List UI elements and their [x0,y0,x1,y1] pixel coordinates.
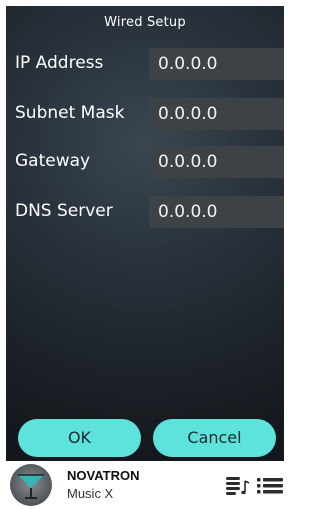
track-title: NOVATRON [67,468,140,483]
album-artwork[interactable] [10,464,52,506]
gateway-field[interactable]: 0.0.0.0 [149,146,284,178]
now-playing-bar[interactable]: NOVATRON Music X [0,461,286,509]
page-title: Wired Setup [104,15,186,30]
dns-server-label: DNS Server [15,201,113,221]
subnet-mask-label: Subnet Mask [15,103,125,123]
music-queue-icon[interactable] [225,474,251,496]
list-icon[interactable] [256,474,283,496]
wired-setup-screen: Wired Setup IP Address 0.0.0.0 Subnet Ma… [6,6,284,461]
ok-button[interactable]: OK [18,419,141,457]
ip-address-label: IP Address [15,53,104,73]
cancel-button[interactable]: Cancel [153,419,276,457]
dns-server-field[interactable]: 0.0.0.0 [149,196,284,228]
subnet-mask-field[interactable]: 0.0.0.0 [149,98,284,130]
gateway-row: Gateway 0.0.0.0 [6,146,284,178]
cocktail-glass-icon [18,474,44,499]
track-subtitle: Music X [67,486,114,501]
gateway-label: Gateway [15,151,91,171]
ip-address-row: IP Address 0.0.0.0 [6,48,284,80]
subnet-mask-row: Subnet Mask 0.0.0.0 [6,98,284,130]
ip-address-field[interactable]: 0.0.0.0 [149,48,284,80]
dns-server-row: DNS Server 0.0.0.0 [6,196,284,228]
